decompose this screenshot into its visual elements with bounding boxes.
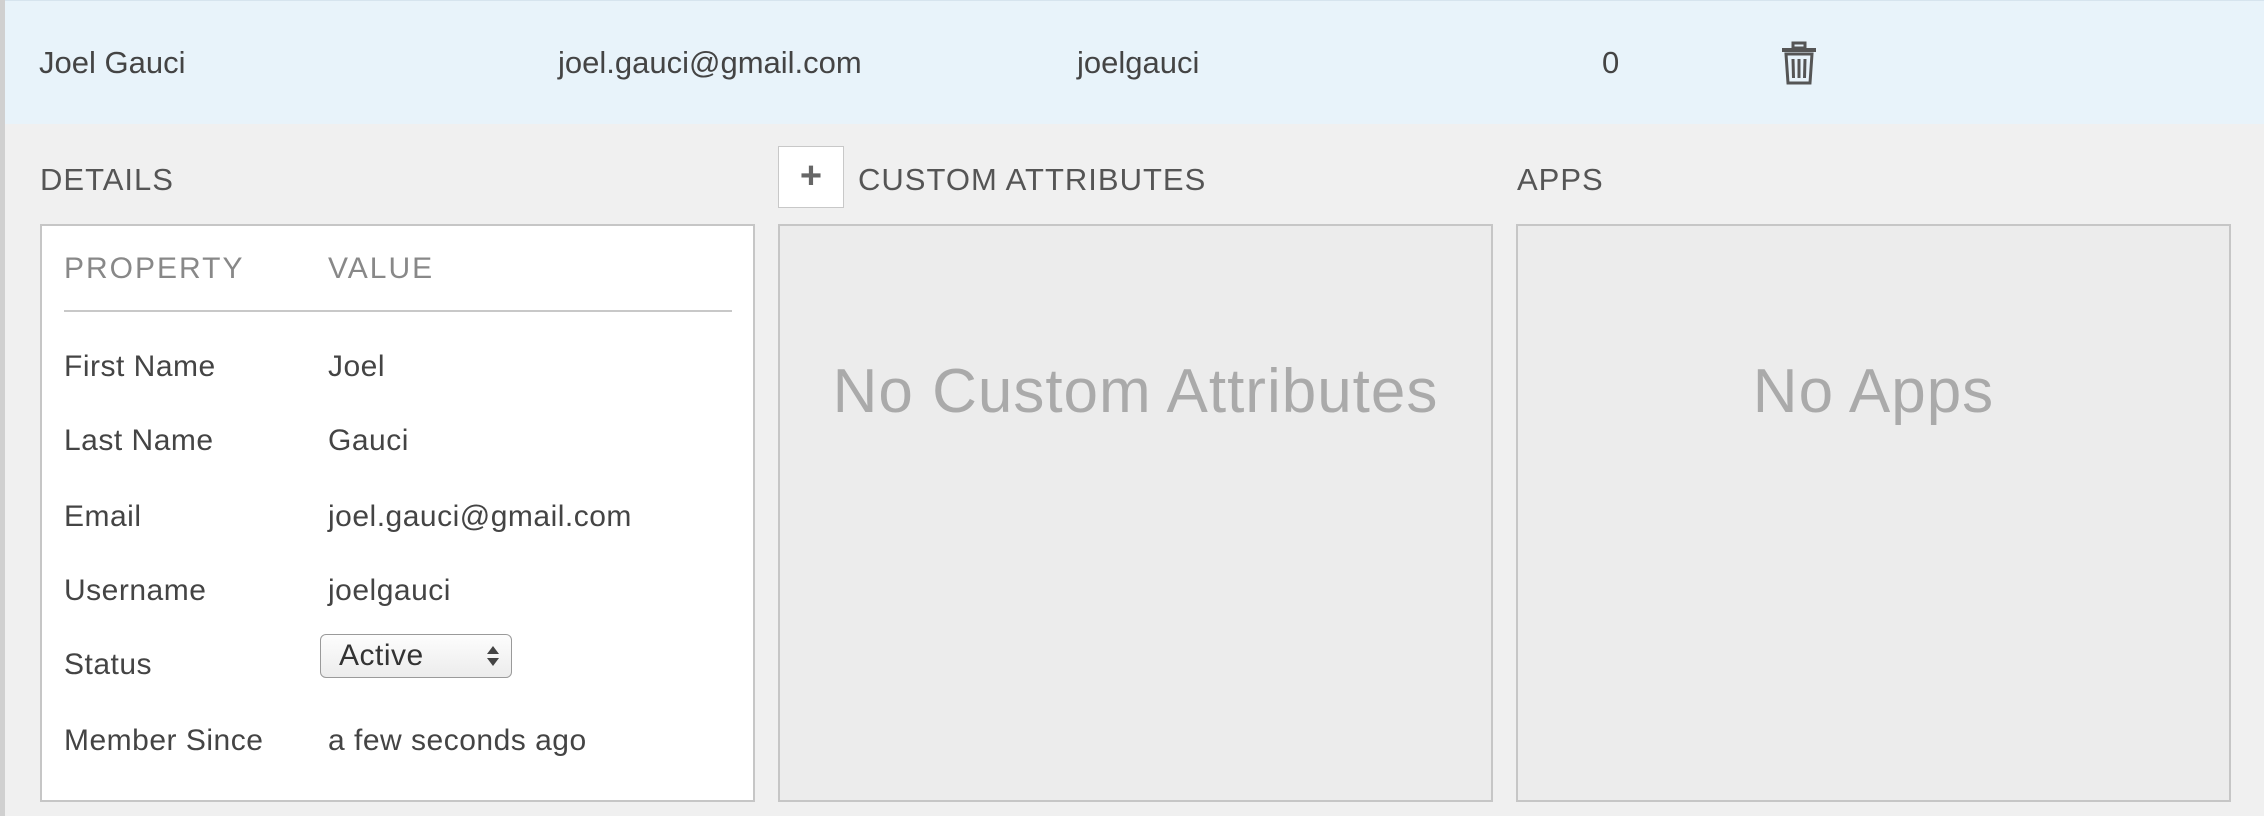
header-divider [64, 310, 732, 312]
detail-label: First Name [64, 350, 216, 383]
detail-row-first-name: First Name Joel [64, 350, 734, 390]
developer-detail-page: Joel Gauci joel.gauci@gmail.com joelgauc… [0, 0, 2264, 816]
trash-icon[interactable] [1780, 41, 1818, 85]
status-select[interactable]: Active [320, 634, 512, 678]
detail-row-member-since: Member Since a few seconds ago [64, 724, 734, 764]
custom-attributes-section-title: CUSTOM ATTRIBUTES [858, 162, 1207, 197]
detail-label: Status [64, 648, 153, 681]
detail-value: Gauci [328, 424, 409, 457]
detail-value: joel.gauci@gmail.com [328, 500, 632, 533]
detail-label: Last Name [64, 424, 214, 457]
developer-email: joel.gauci@gmail.com [558, 45, 862, 80]
value-column-header: VALUE [328, 252, 435, 285]
detail-value: a few seconds ago [328, 724, 587, 757]
detail-label: Member Since [64, 724, 264, 757]
apps-section-title: APPS [1517, 162, 1604, 197]
select-arrows-icon [485, 643, 501, 669]
no-custom-attributes-message: No Custom Attributes [832, 357, 1439, 426]
detail-row-last-name: Last Name Gauci [64, 424, 734, 464]
detail-label: Username [64, 574, 207, 607]
developer-row[interactable]: Joel Gauci joel.gauci@gmail.com joelgauc… [5, 0, 2264, 124]
developer-detail-area: DETAILS + CUSTOM ATTRIBUTES APPS PROPERT… [5, 124, 2264, 816]
add-custom-attribute-button[interactable]: + [778, 146, 844, 208]
detail-row-username: Username joelgauci [64, 574, 734, 614]
developer-name: Joel Gauci [39, 45, 186, 80]
details-panel: PROPERTY VALUE First Name Joel Last Name… [40, 224, 755, 802]
developer-app-count: 0 [1602, 45, 1620, 80]
property-column-header: PROPERTY [64, 252, 245, 285]
custom-attributes-panel: No Custom Attributes [778, 224, 1493, 802]
detail-value: joelgauci [328, 574, 451, 607]
detail-label: Email [64, 500, 142, 533]
detail-value: Joel [328, 350, 386, 383]
status-select-value: Active [339, 639, 424, 672]
developer-username: joelgauci [1077, 45, 1200, 80]
details-section-title: DETAILS [40, 162, 174, 197]
detail-row-email: Email joel.gauci@gmail.com [64, 500, 734, 540]
detail-row-status: Status Active [64, 634, 734, 688]
apps-panel: No Apps [1516, 224, 2231, 802]
no-apps-message: No Apps [1752, 357, 1995, 426]
